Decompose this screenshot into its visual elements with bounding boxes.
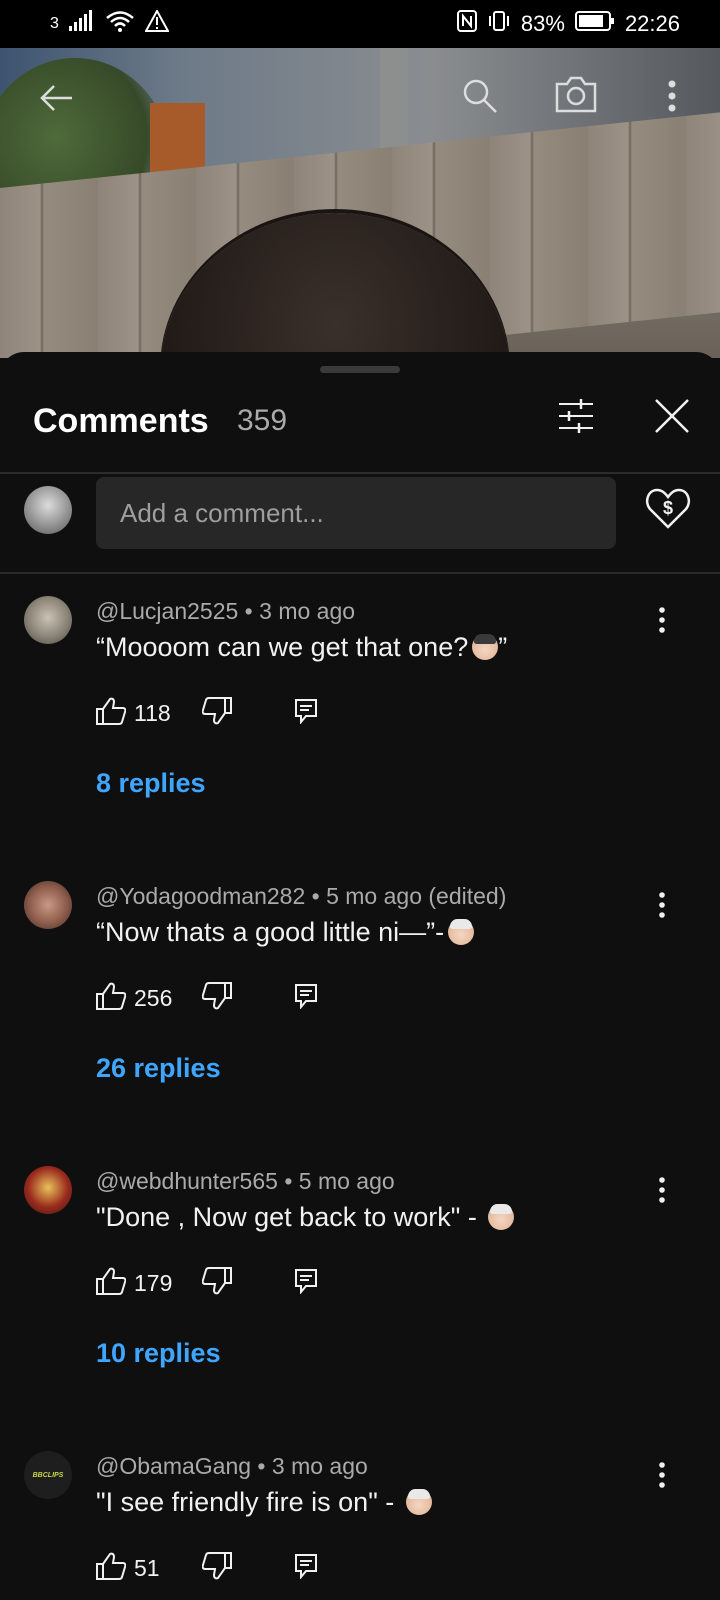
- more-vert-icon[interactable]: [650, 74, 694, 118]
- dislike-icon[interactable]: [201, 1266, 232, 1300]
- comment-meta: @ObamaGang • 3 mo ago: [96, 1453, 368, 1479]
- video-player[interactable]: [0, 48, 720, 358]
- comment-actions: 51: [96, 1551, 318, 1585]
- filter-icon[interactable]: [556, 396, 596, 436]
- comment-meta: @Yodagoodman282 • 5 mo ago (edited): [96, 883, 507, 909]
- warning-icon: [144, 8, 170, 38]
- old-man-emoji-icon: [448, 919, 475, 945]
- reply-icon[interactable]: [294, 983, 318, 1014]
- comment-actions: 179: [96, 1266, 318, 1300]
- edited-label: (edited): [428, 883, 507, 909]
- comment-age: 5 mo ago: [298, 1168, 395, 1194]
- nfc-icon: [456, 10, 477, 38]
- camera-icon[interactable]: [554, 72, 598, 116]
- comments-header: Comments 359: [0, 352, 720, 472]
- comment-item: BBCLIPS @ObamaGang • 3 mo ago "I see fri…: [0, 1451, 720, 1600]
- add-comment-row: Add a comment... $: [0, 472, 720, 572]
- like-icon[interactable]: [96, 1267, 127, 1300]
- comment-actions: 256: [96, 981, 318, 1015]
- commenter-avatar[interactable]: [24, 1166, 72, 1214]
- signal-icon: [68, 10, 95, 38]
- comment-more-icon[interactable]: [648, 602, 676, 638]
- view-replies-link[interactable]: 8 replies: [96, 768, 206, 799]
- reply-icon[interactable]: [294, 1553, 318, 1584]
- boy-emoji-icon: [472, 634, 499, 660]
- add-comment-input[interactable]: Add a comment...: [96, 477, 616, 549]
- reply-icon[interactable]: [294, 698, 318, 729]
- comments-sheet: Comments 359 Add a comment... $ @Lucjan2…: [0, 352, 720, 1600]
- like-icon[interactable]: [96, 982, 127, 1015]
- search-icon[interactable]: [458, 74, 502, 118]
- comment-item: @webdhunter565 • 5 mo ago "Done , Now ge…: [0, 1166, 720, 1451]
- vibrate-icon: [487, 10, 511, 38]
- comment-body-end: ”: [498, 632, 508, 662]
- comment-more-icon[interactable]: [648, 887, 676, 923]
- view-replies-link[interactable]: 10 replies: [96, 1338, 221, 1369]
- commenter-avatar[interactable]: [24, 596, 72, 644]
- reply-icon[interactable]: [294, 1268, 318, 1299]
- like-icon[interactable]: [96, 1552, 127, 1585]
- like-icon[interactable]: [96, 697, 127, 730]
- old-man-emoji-icon: [488, 1204, 515, 1230]
- battery-percent: 83%: [520, 11, 565, 36]
- comment-age: 5 mo ago: [326, 883, 422, 909]
- like-count: 51: [134, 1554, 160, 1581]
- dislike-icon[interactable]: [201, 696, 232, 730]
- comment-body: “Now thats a good little ni—”-: [96, 917, 445, 947]
- current-user-avatar[interactable]: [24, 486, 72, 534]
- dislike-icon[interactable]: [201, 1551, 232, 1585]
- comment-item: @Yodagoodman282 • 5 mo ago (edited) “Now…: [0, 881, 720, 1166]
- clock: 22:26: [624, 11, 680, 36]
- comments-count: 359: [237, 404, 288, 437]
- comment-body: “Moooom can we get that one?: [96, 632, 469, 662]
- wifi-icon: [105, 10, 135, 38]
- comment-meta: @Lucjan2525 • 3 mo ago: [96, 598, 356, 624]
- close-icon[interactable]: [652, 396, 692, 436]
- comment-author[interactable]: @ObamaGang: [96, 1453, 251, 1479]
- commenter-avatar[interactable]: [24, 881, 72, 929]
- battery-icon: [574, 10, 615, 38]
- comment-author[interactable]: @webdhunter565: [96, 1168, 278, 1194]
- comment-actions: 118: [96, 696, 318, 730]
- comment-body: "I see friendly fire is on" -: [96, 1487, 395, 1517]
- comment-age: 3 mo ago: [271, 1453, 368, 1479]
- back-arrow-icon[interactable]: [34, 76, 78, 120]
- comment-author[interactable]: @Lucjan2525: [96, 598, 238, 624]
- comment-meta: @webdhunter565 • 5 mo ago: [96, 1168, 395, 1194]
- comment-item: @Lucjan2525 • 3 mo ago “Moooom can we ge…: [0, 596, 720, 881]
- like-count: 179: [134, 1269, 173, 1296]
- comment-text: “Now thats a good little ni—”-: [96, 917, 475, 948]
- like-count: 256: [134, 984, 173, 1011]
- like-count: 118: [134, 699, 171, 726]
- status-bar: 3 83% 22:26: [0, 0, 720, 48]
- dislike-icon[interactable]: [201, 981, 232, 1015]
- comment-author[interactable]: @Yodagoodman282: [96, 883, 305, 909]
- comment-text: "I see friendly fire is on" -: [96, 1487, 432, 1518]
- comment-body: "Done , Now get back to work" -: [96, 1202, 477, 1232]
- comment-age: 3 mo ago: [259, 598, 356, 624]
- avatar-logo-text: BBCLIPS: [32, 1471, 64, 1479]
- comment-more-icon[interactable]: [648, 1457, 676, 1493]
- comment-text: "Done , Now get back to work" -: [96, 1202, 515, 1233]
- super-thanks-icon[interactable]: $: [645, 486, 691, 532]
- comments-title: Comments: [33, 402, 209, 440]
- carrier-label: 3: [50, 15, 59, 32]
- svg-text:$: $: [663, 498, 673, 518]
- old-man-emoji-icon: [405, 1489, 432, 1515]
- comment-more-icon[interactable]: [648, 1172, 676, 1208]
- comment-text: “Moooom can we get that one? ”: [96, 632, 507, 663]
- input-divider: [0, 572, 720, 574]
- commenter-avatar[interactable]: BBCLIPS: [24, 1451, 72, 1499]
- view-replies-link[interactable]: 26 replies: [96, 1053, 221, 1084]
